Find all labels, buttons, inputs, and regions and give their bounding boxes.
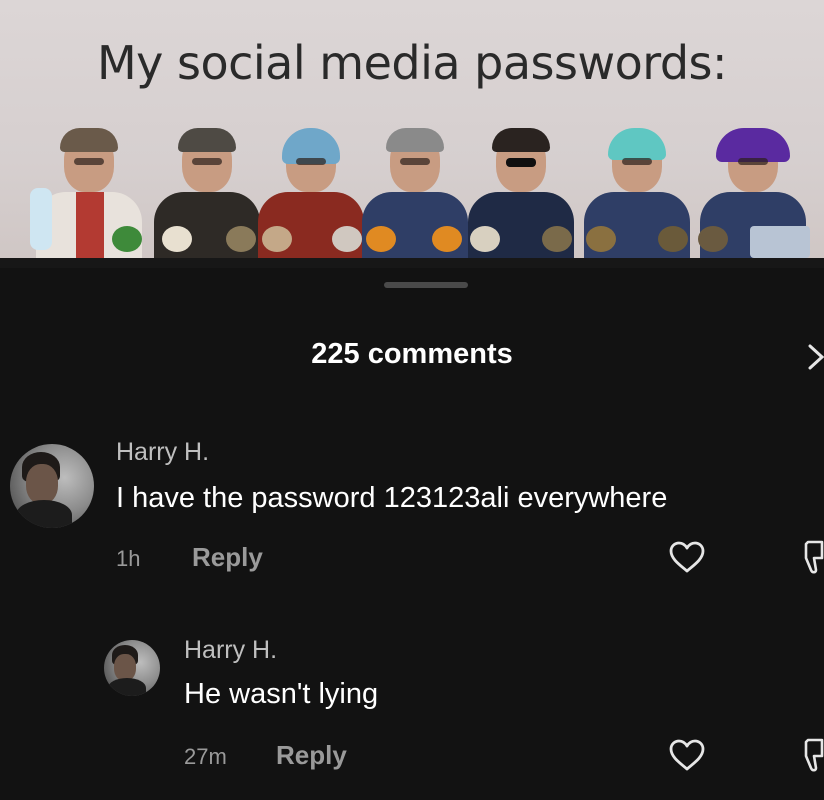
avatar[interactable] [104,640,160,696]
chevron-right-icon [808,344,824,370]
dislike-button[interactable] [800,538,824,576]
sheet-drag-handle[interactable] [384,282,468,288]
dislike-icon [804,540,824,574]
meme-image: My social media passwords: [0,0,824,268]
avatar[interactable] [10,444,94,528]
meme-figure [30,122,148,268]
comment-timestamp: 1h [116,546,141,571]
meme-caption: My social media passwords: [96,36,728,90]
meme-figure [694,122,812,268]
comment-author[interactable]: Harry H. [116,438,209,467]
heart-outline-icon [669,739,705,771]
comment-text: I have the password 123123ali everywhere [116,482,668,514]
comment-timestamp: 27m [184,744,227,769]
reply-button[interactable]: Reply [192,542,263,573]
meme-figure [252,122,370,268]
meme-figure [148,122,266,268]
comments-count: 225 comments [311,338,513,370]
dislike-icon [804,738,824,772]
dislike-button[interactable] [800,736,824,774]
meme-figure [578,122,696,268]
meme-figure [356,122,474,268]
comment-author[interactable]: Harry H. [184,636,277,665]
heart-outline-icon [669,541,705,573]
reply-button[interactable]: Reply [276,740,347,771]
like-button[interactable] [668,738,706,772]
like-button[interactable] [668,540,706,574]
comment-text: He wasn't lying [184,678,379,710]
meme-figure [462,122,580,268]
meme-table [0,258,824,268]
close-comments-button[interactable] [804,340,824,374]
